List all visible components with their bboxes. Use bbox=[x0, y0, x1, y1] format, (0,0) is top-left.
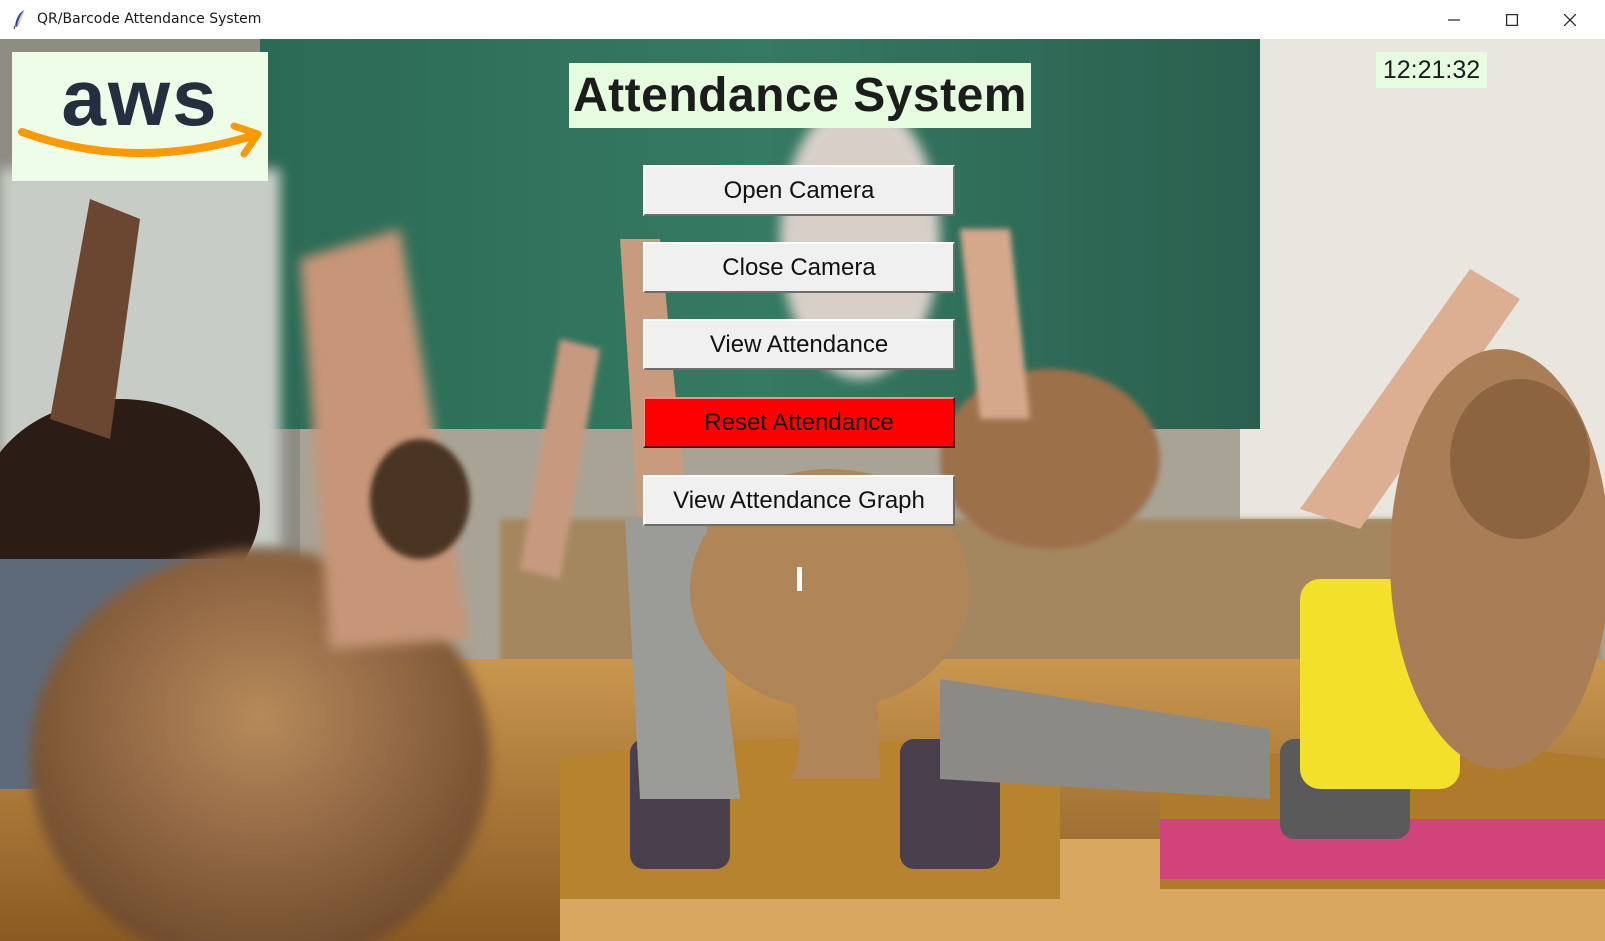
app-window: QR/Barcode Attendance System aws Attenda… bbox=[0, 0, 1605, 941]
app-canvas: aws Attendance System 12:21:32 Open Came… bbox=[0, 39, 1605, 941]
svg-text:aws: aws bbox=[61, 53, 218, 142]
title-bar[interactable]: QR/Barcode Attendance System bbox=[0, 0, 1605, 40]
aws-logo: aws bbox=[12, 52, 268, 181]
feather-icon bbox=[13, 9, 25, 29]
reset-attendance-button[interactable]: Reset Attendance bbox=[643, 397, 955, 448]
close-window-button[interactable] bbox=[1541, 0, 1599, 39]
view-attendance-button[interactable]: View Attendance bbox=[643, 319, 955, 370]
close-camera-button[interactable]: Close Camera bbox=[643, 242, 955, 293]
page-title: Attendance System bbox=[569, 63, 1031, 128]
open-camera-button[interactable]: Open Camera bbox=[643, 165, 955, 216]
minimize-icon bbox=[1448, 18, 1460, 21]
maximize-button[interactable] bbox=[1483, 0, 1541, 39]
aws-logo-icon: aws bbox=[18, 53, 262, 158]
minimize-button[interactable] bbox=[1425, 0, 1483, 39]
clock-display: 12:21:32 bbox=[1376, 52, 1487, 88]
close-icon bbox=[1564, 13, 1576, 26]
maximize-icon bbox=[1506, 13, 1518, 26]
view-attendance-graph-button[interactable]: View Attendance Graph bbox=[643, 475, 955, 526]
window-title: QR/Barcode Attendance System bbox=[37, 11, 262, 27]
mouse-cursor bbox=[797, 567, 802, 591]
